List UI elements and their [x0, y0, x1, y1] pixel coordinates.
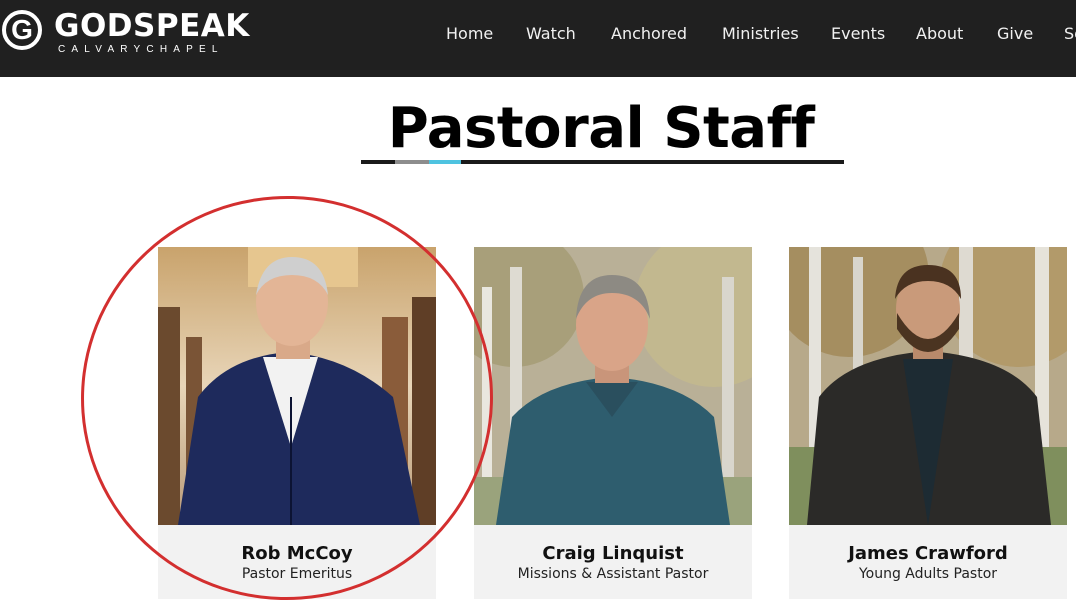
nav-home[interactable]: Home: [446, 24, 493, 43]
logo-g-icon: G: [2, 10, 42, 50]
staff-role: Missions & Assistant Pastor: [517, 566, 709, 582]
staff-name: Rob McCoy: [241, 543, 353, 564]
staff-photo-image: [789, 247, 1067, 525]
staff-name: James Crawford: [848, 543, 1008, 564]
nav-watch[interactable]: Watch: [526, 24, 576, 43]
page-title-text: Pastoral Staff: [387, 96, 815, 161]
staff-role: Pastor Emeritus: [241, 566, 353, 582]
nav-about[interactable]: About: [916, 24, 963, 43]
staff-photo: [474, 247, 752, 525]
staff-photo-image: [474, 247, 752, 525]
staff-card[interactable]: James Crawford Young Adults Pastor: [789, 247, 1067, 599]
page-title: Pastoral Staff: [0, 96, 1076, 161]
nav-events[interactable]: Events: [831, 24, 885, 43]
staff-role: Young Adults Pastor: [858, 566, 998, 582]
logo-wordmark: GODSPEAK: [54, 8, 250, 44]
nav-anchored[interactable]: Anchored: [611, 24, 687, 43]
logo-subtitle: CALVARYCHAPEL: [58, 44, 224, 55]
staff-photo: [158, 247, 436, 525]
site-header: G GODSPEAK CALVARYCHAPEL Home Watch Anch…: [0, 0, 1076, 77]
nav-give[interactable]: Give: [997, 24, 1033, 43]
staff-card[interactable]: Craig Linquist Missions & Assistant Past…: [474, 247, 752, 599]
staff-card[interactable]: Rob McCoy Pastor Emeritus: [158, 247, 436, 599]
underline-blue-segment: [429, 160, 461, 164]
nav-ministries[interactable]: Ministries: [722, 24, 799, 43]
staff-photo-image: [158, 247, 436, 525]
staff-photo: [789, 247, 1067, 525]
underline-gray-segment: [395, 160, 429, 164]
title-underline: [361, 160, 844, 164]
staff-name: Craig Linquist: [542, 543, 684, 564]
nav-truncated-item[interactable]: Se: [1064, 24, 1076, 43]
site-logo[interactable]: G GODSPEAK CALVARYCHAPEL: [0, 6, 260, 66]
